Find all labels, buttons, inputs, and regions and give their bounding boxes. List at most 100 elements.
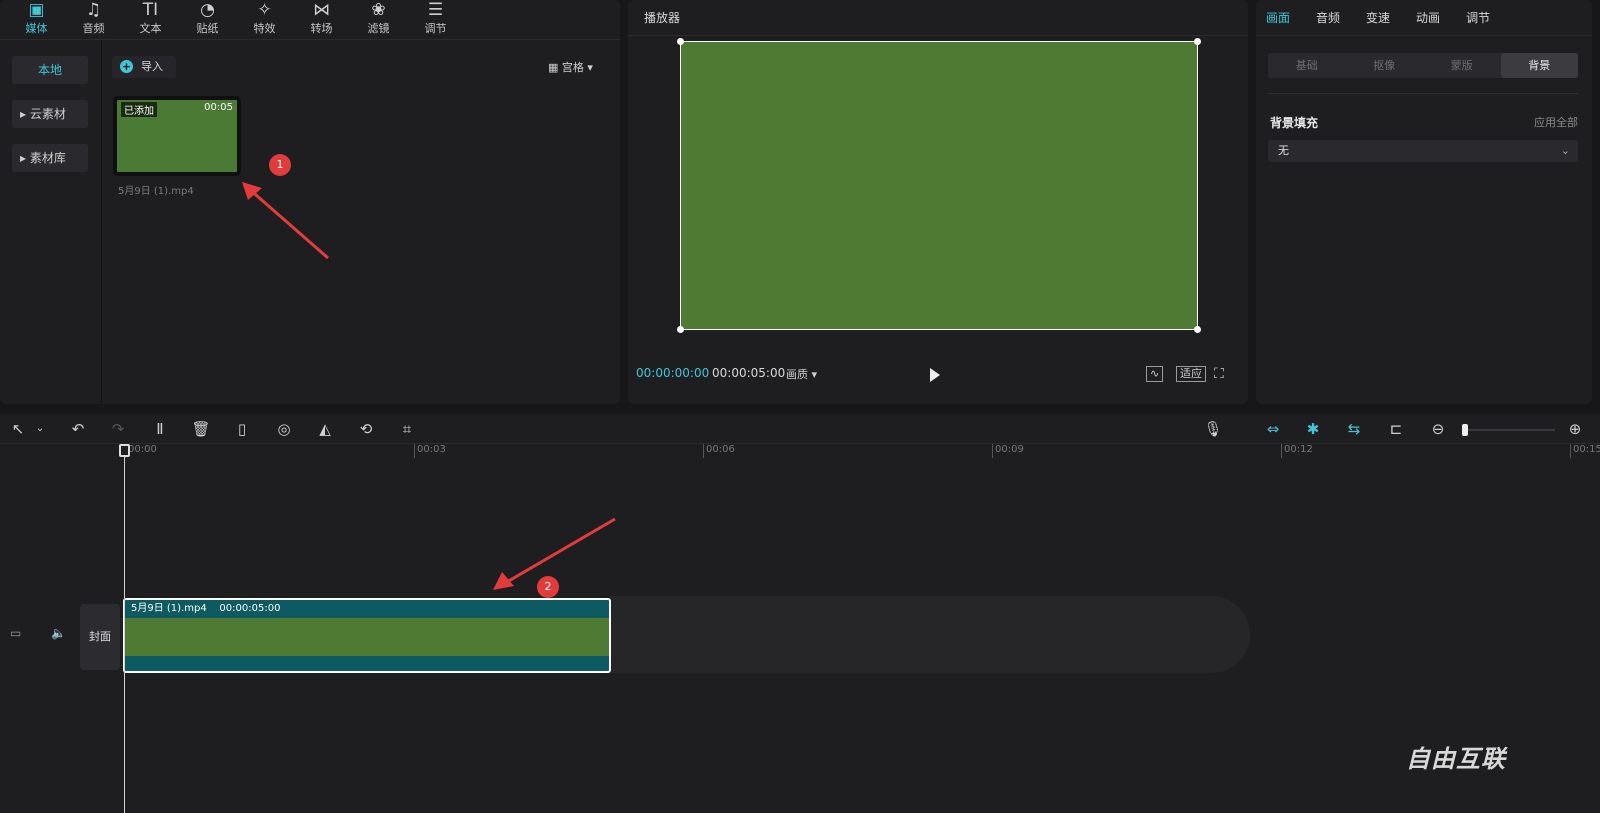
sidebar-item-library[interactable]: ▸ 素材库 — [12, 144, 88, 172]
waveform-icon[interactable]: ∿ — [1146, 366, 1164, 382]
freeze-icon[interactable]: ▯ — [232, 419, 252, 439]
select-value: 无 — [1278, 144, 1289, 157]
filter-icon: ❀ — [371, 0, 386, 20]
properties-tabs: 画面 音频 变速 动画 调节 — [1256, 0, 1592, 36]
video-track-icon[interactable]: ▭ — [10, 626, 21, 640]
resize-handle[interactable] — [677, 326, 684, 333]
sticker-icon: ◔ — [200, 0, 215, 20]
zoom-slider[interactable] — [1465, 429, 1555, 431]
player-controls: 00:00:00:00 00:00:05:00 画质 ▾ ∿ 适应 ⛶ — [628, 366, 1248, 388]
adjust-icon: ☰ — [427, 0, 444, 20]
preview-axis-icon[interactable]: ⇆ — [1344, 419, 1364, 439]
timeline-toolbar: ↖ ⌄ ↶ ↷ Ⅱ 🗑 ▯ ◎ ◭ ⟲ ⌗ 🎙 ⇔ ✱ ⇆ ⊏ ⊖ ⊕ — [0, 414, 1600, 444]
playhead[interactable] — [124, 446, 125, 813]
tab-label: 媒体 — [25, 22, 48, 35]
music-icon: ♫ — [85, 0, 102, 20]
play-icon[interactable] — [930, 368, 940, 382]
tab-filter[interactable]: ❀ 滤镜 — [350, 0, 407, 39]
clip-header: 5月9日 (1).mp4 00:00:05:00 — [125, 600, 280, 618]
redo-icon[interactable]: ↷ — [108, 419, 128, 439]
crop-icon[interactable]: ⌗ — [397, 419, 417, 439]
zoom-slider-handle[interactable] — [1462, 424, 1468, 436]
transition-icon: ⋈ — [313, 0, 330, 20]
cover-button[interactable]: 封面 — [80, 604, 120, 670]
select-tool-icon[interactable]: ↖ — [8, 419, 28, 439]
tab-text[interactable]: TI 文本 — [122, 0, 179, 39]
timeline: ↖ ⌄ ↶ ↷ Ⅱ 🗑 ▯ ◎ ◭ ⟲ ⌗ 🎙 ⇔ ✱ ⇆ ⊏ ⊖ ⊕ 00:0… — [0, 414, 1600, 813]
sidebar-item-cloud[interactable]: ▸ 云素材 — [12, 100, 88, 128]
speaker-icon[interactable]: 🔈 — [51, 626, 66, 640]
view-mode-dropdown[interactable]: ▦ 宫格 ▾ — [548, 59, 593, 75]
apply-all-button[interactable]: 应用全部 — [1534, 114, 1578, 130]
tab-animation[interactable]: 动画 — [1416, 0, 1440, 35]
bg-fill-select[interactable]: 无 ⌄ — [1268, 140, 1578, 162]
zoom-out-icon[interactable]: ⊖ — [1428, 419, 1448, 439]
video-clip[interactable]: 5月9日 (1).mp4 00:00:05:00 — [123, 598, 611, 673]
tab-picture[interactable]: 画面 — [1266, 0, 1290, 35]
import-button[interactable]: + 导入 — [112, 56, 176, 78]
fullscreen-icon[interactable]: ⛶ — [1214, 366, 1224, 382]
media-icon: ▣ — [28, 0, 45, 20]
annotation-badge-1: 1 — [269, 154, 291, 176]
clip-thumbnail-strip — [125, 618, 609, 656]
view-label: 宫格 — [561, 61, 584, 74]
seg-cutout[interactable]: 抠像 — [1346, 53, 1424, 78]
media-thumbnail[interactable]: 已添加 00:05 — [113, 96, 241, 176]
tab-label: 特效 — [253, 22, 276, 35]
auto-snap-icon[interactable]: ⇔ — [1263, 419, 1283, 439]
tab-transition[interactable]: ⋈ 转场 — [293, 0, 350, 39]
undo-icon[interactable]: ↶ — [68, 419, 88, 439]
media-filename: 5月9日 (1).mp4 — [118, 186, 194, 197]
text-icon: TI — [142, 0, 159, 20]
annotation-arrow-2 — [493, 517, 616, 590]
time-ruler[interactable]: 00:00 00:03 00:06 00:09 00:12 00:15 — [0, 444, 1600, 458]
delete-icon[interactable]: 🗑 — [191, 419, 211, 439]
tab-audio[interactable]: ♫ 音频 — [65, 0, 122, 39]
split-track-icon[interactable]: ⊏ — [1386, 419, 1406, 439]
track-area — [610, 596, 1250, 673]
preview-canvas[interactable] — [677, 38, 1201, 333]
quality-dropdown[interactable]: 画质 ▾ — [786, 366, 817, 382]
total-time: 00:00:05:00 — [712, 366, 786, 380]
microphone-icon[interactable]: 🎙 — [1203, 419, 1223, 439]
sidebar-item-local[interactable]: 本地 — [12, 56, 88, 84]
tab-label: 转场 — [310, 22, 333, 35]
player-title: 播放器 — [628, 0, 1248, 36]
ruler-tick: 00:12 — [1281, 444, 1313, 458]
linkage-icon[interactable]: ✱ — [1303, 419, 1323, 439]
reverse-icon[interactable]: ◎ — [274, 419, 294, 439]
resize-handle[interactable] — [677, 38, 684, 45]
ruler-tick: 00:15 — [1570, 444, 1600, 458]
tab-effects[interactable]: ✧ 特效 — [236, 0, 293, 39]
tab-audio-props[interactable]: 音频 — [1316, 0, 1340, 35]
tab-speed[interactable]: 变速 — [1366, 0, 1390, 35]
split-icon[interactable]: Ⅱ — [150, 419, 170, 439]
bg-fill-label: 背景填充 — [1270, 116, 1319, 130]
seg-mask[interactable]: 蒙版 — [1423, 53, 1501, 78]
effects-icon: ✧ — [257, 0, 272, 20]
mirror-icon[interactable]: ◭ — [315, 419, 335, 439]
fit-button[interactable]: 适应 — [1176, 366, 1206, 382]
seg-basic[interactable]: 基础 — [1268, 53, 1346, 78]
watermark: 自由互联 — [1406, 745, 1506, 773]
clip-name: 5月9日 (1).mp4 — [131, 603, 207, 614]
added-badge: 已添加 — [121, 102, 157, 117]
resize-handle[interactable] — [1194, 326, 1201, 333]
tab-label: 文本 — [139, 22, 162, 35]
rotate-icon[interactable]: ⟲ — [356, 419, 376, 439]
segmented-control: 基础 抠像 蒙版 背景 — [1268, 53, 1578, 78]
tab-adjust-props[interactable]: 调节 — [1466, 0, 1490, 35]
resize-handle[interactable] — [1194, 38, 1201, 45]
tab-sticker[interactable]: ◔ 贴纸 — [179, 0, 236, 39]
tab-adjust[interactable]: ☰ 调节 — [407, 0, 464, 39]
quality-label: 画质 — [786, 368, 808, 381]
chevron-down-icon[interactable]: ⌄ — [30, 419, 50, 439]
seg-background[interactable]: 背景 — [1500, 53, 1578, 78]
media-duration: 00:05 — [204, 102, 233, 113]
media-sidebar: 本地 ▸ 云素材 ▸ 素材库 — [0, 40, 102, 404]
import-label: 导入 — [141, 60, 163, 73]
playhead-handle[interactable] — [119, 444, 130, 457]
clip-duration: 00:00:05:00 — [219, 603, 281, 614]
tab-media[interactable]: ▣ 媒体 — [8, 0, 65, 39]
zoom-in-icon[interactable]: ⊕ — [1565, 419, 1585, 439]
